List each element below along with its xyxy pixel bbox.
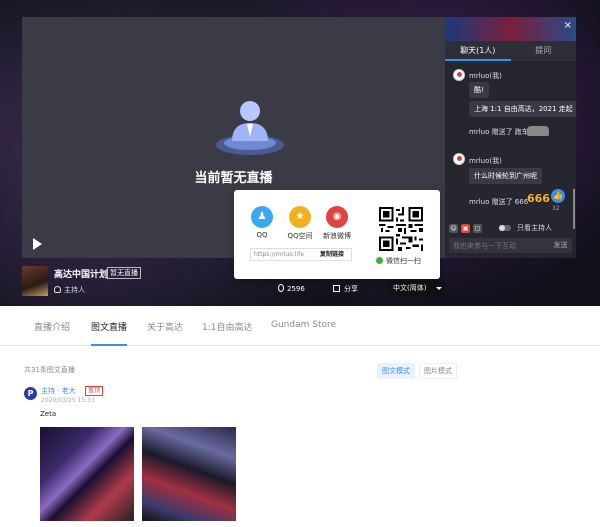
gift-666: 666	[527, 192, 550, 205]
view-mode-switch: 图文模式 图片模式	[377, 363, 457, 379]
qzone-icon[interactable]: ★	[289, 206, 311, 228]
share-button[interactable]: 分享	[333, 284, 358, 294]
photo-feed: 共31条图文直播 图文模式 图片模式 P 主持 · 老大 置顶 2020/03/…	[0, 346, 600, 527]
tab-question[interactable]: 提问	[511, 41, 577, 61]
share-label-qzone: QQ空间	[287, 232, 313, 240]
wechat-icon	[376, 257, 383, 264]
like-button[interactable]: 👍	[551, 189, 565, 203]
chat-username: mrluo(我)	[469, 72, 502, 80]
only-host-label: 只看主持人	[517, 224, 552, 232]
tab-gundam-store[interactable]: Gundam Store	[271, 320, 336, 330]
post-avatar: P	[24, 387, 37, 400]
host-avatar	[22, 266, 48, 296]
avatar	[453, 153, 465, 165]
only-host-toggle[interactable]	[499, 225, 511, 231]
car-gift-icon	[527, 126, 549, 136]
view-count: 2596	[278, 284, 305, 293]
chat-bubble: 酷!	[469, 82, 489, 98]
close-icon[interactable]: ×	[564, 20, 572, 31]
share-link-box: https://mrluo.life 复制链接	[250, 248, 352, 261]
chat-messages: mrluo(我) 酷! 上海 1:1 自由高达，2021 走起 mrluo 赠送…	[445, 61, 576, 229]
chat-banner: ×	[445, 17, 576, 41]
share-label-weibo: 新浪微博	[323, 232, 351, 240]
flame-icon	[278, 284, 284, 292]
chat-input-row: 发送	[449, 238, 572, 253]
post-image[interactable]	[142, 427, 236, 521]
post-text: Zeta	[40, 410, 57, 418]
copy-link-button[interactable]: 复制链接	[313, 249, 351, 260]
wechat-qr-code	[379, 207, 423, 251]
tab-photo-live[interactable]: 图文直播	[91, 320, 127, 333]
mode-text-image[interactable]: 图文模式	[377, 363, 415, 379]
post-total: 共31条图文直播	[24, 366, 75, 374]
tab-chat[interactable]: 聊天(1人)	[445, 41, 511, 61]
host-title: 高达中国计划	[54, 270, 109, 280]
presenter-icon	[216, 101, 284, 155]
chat-bubble: 什么时候轮到广州呢	[469, 168, 542, 184]
tab-freedom-gundam[interactable]: 1:1自由高达	[202, 320, 253, 333]
mode-image-only[interactable]: 图片模式	[419, 363, 457, 379]
send-button[interactable]: 发送	[549, 238, 572, 253]
chat-username: mrluo(我)	[469, 157, 502, 165]
chat-toolbar: ☺ ▣ ▢ 只看主持人	[445, 221, 576, 235]
pinned-badge: 置顶	[85, 386, 104, 396]
share-icon	[333, 285, 340, 292]
gift-text: mrluo 赠送了 666	[469, 198, 529, 206]
tab-intro[interactable]: 直播介绍	[34, 320, 70, 333]
post-author: 主持 · 老大	[41, 387, 76, 395]
live-hero: 当前暂无直播 × 聊天(1人) 提问 mrluo(我) 酷! 上海 1:1 自由…	[0, 0, 600, 306]
gift-text: mrluo 赠送了 跑车	[469, 128, 529, 136]
chat-panel: × 聊天(1人) 提问 mrluo(我) 酷! 上海 1:1 自由高达，2021…	[445, 17, 576, 258]
no-live-text: 当前暂无直播	[194, 171, 273, 186]
post-time: 2020/03/25 15:33	[41, 397, 95, 404]
weibo-icon[interactable]: ◉	[326, 206, 348, 228]
user-icon	[54, 286, 61, 293]
chat-input[interactable]	[449, 238, 549, 253]
qr-label: 微信扫一扫	[376, 256, 421, 266]
avatar	[453, 69, 465, 81]
share-label-qq: QQ	[256, 231, 268, 239]
post-image[interactable]	[40, 427, 134, 521]
play-icon[interactable]	[33, 238, 42, 250]
gift-icon[interactable]: ▣	[461, 223, 470, 233]
chat-bubble: 上海 1:1 自由高达，2021 走起	[469, 101, 576, 117]
qq-icon[interactable]: ♟	[251, 206, 273, 228]
live-status-badge: 暂无直播	[107, 267, 141, 279]
tab-about-gundam[interactable]: 关于高达	[147, 320, 183, 333]
language-select[interactable]: 中文(简体)	[389, 281, 445, 296]
share-link-url[interactable]: https://mrluo.life	[251, 249, 313, 260]
share-popup: ♟ QQ ★ QQ空间 ◉ 新浪微博 https://mrluo.life 复制…	[234, 190, 440, 279]
emoji-icon[interactable]: ☺	[449, 223, 458, 233]
content-tabs: 直播介绍 图文直播 关于高达 1:1自由高达 Gundam Store	[0, 306, 600, 346]
chat-tabs: 聊天(1人) 提问	[445, 41, 576, 61]
host-label: 主持人	[54, 285, 85, 295]
image-icon[interactable]: ▢	[473, 223, 482, 233]
like-count: 32	[552, 205, 560, 212]
